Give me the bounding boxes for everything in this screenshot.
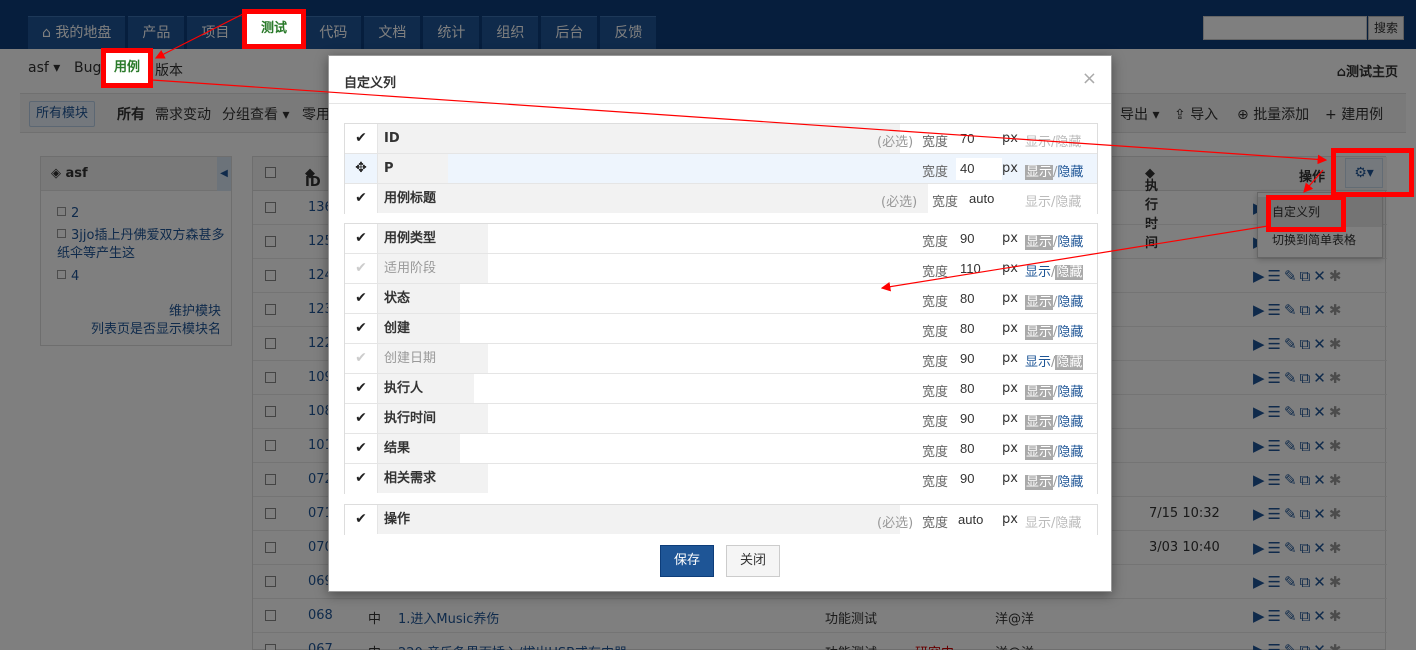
arrow-cases-to-gear <box>151 79 1328 165</box>
arrow-test-to-cases <box>154 13 244 59</box>
arrow-menu-to-dialog <box>880 225 1269 292</box>
annotation-arrows <box>151 13 1328 292</box>
arrow-gear-to-menu <box>1303 169 1324 193</box>
